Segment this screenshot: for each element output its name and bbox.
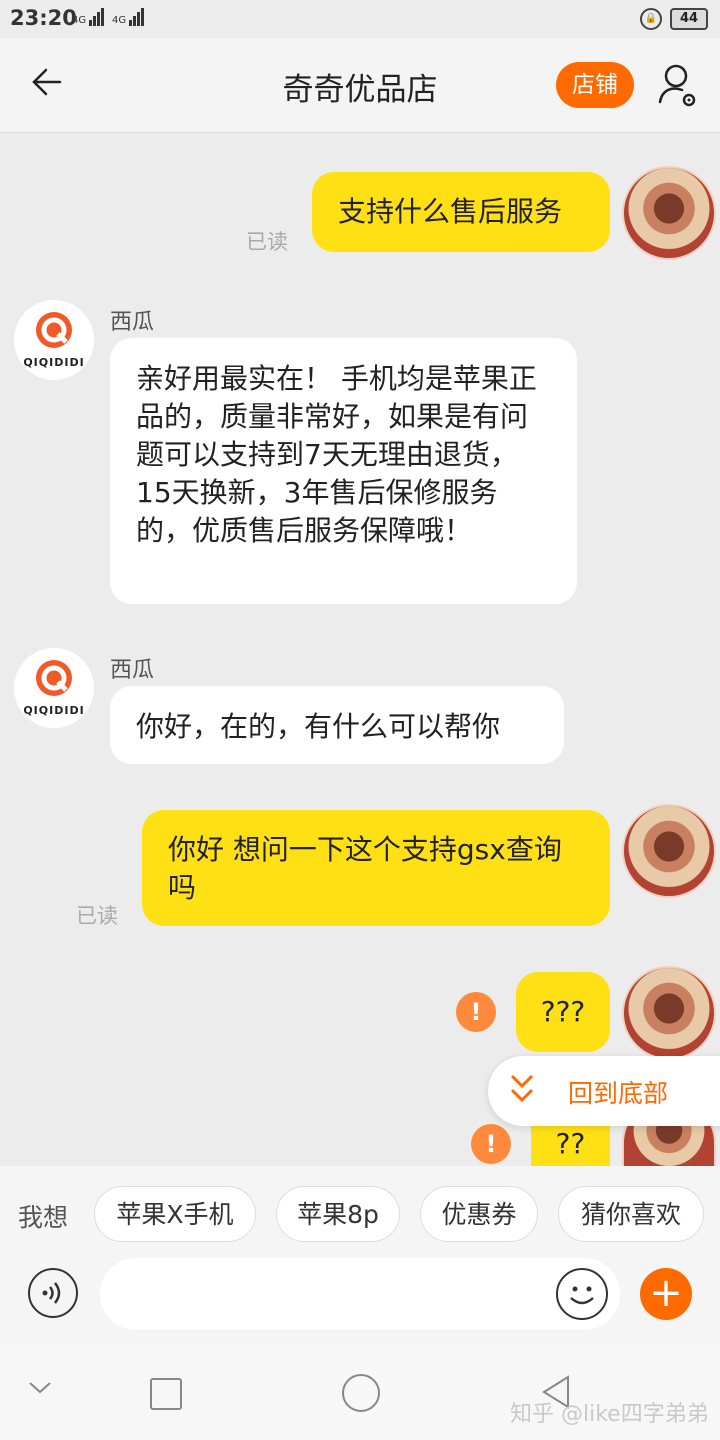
shop-message-bubble[interactable]: 你好，在的，有什么可以帮你 xyxy=(110,686,564,764)
message-input[interactable] xyxy=(100,1258,620,1330)
chip-guess-you-like[interactable]: 猜你喜欢 xyxy=(558,1186,704,1242)
my-avatar[interactable] xyxy=(622,166,716,260)
quick-suggestions-bar: 我想 苹果X手机 苹果8p 优惠券 猜你喜欢 xyxy=(0,1166,720,1262)
read-receipt: 已读 xyxy=(246,230,288,254)
chip-iphone-x[interactable]: 苹果X手机 xyxy=(94,1186,256,1242)
my-message-bubble[interactable]: 你好 想问一下这个支持gsx查询吗 xyxy=(142,810,610,926)
system-nav-bar: 知乎 @like四字弟弟 xyxy=(0,1342,720,1440)
send-failed-icon[interactable]: ! xyxy=(471,1124,511,1164)
shop-avatar-text: QIQIDIDI xyxy=(23,356,85,369)
shop-avatar[interactable]: QIQIDIDI xyxy=(14,648,94,728)
rotation-lock-icon: 🔒 xyxy=(640,8,662,30)
plus-icon[interactable]: + xyxy=(640,1268,692,1320)
page-title: 奇奇优品店 xyxy=(282,72,438,108)
shop-message-bubble[interactable]: 亲好用最实在！ 手机均是苹果正品的，质量非常好，如果是有问题可以支持到7天无理由… xyxy=(110,338,577,604)
voice-icon[interactable] xyxy=(28,1268,78,1318)
shop-button[interactable]: 店铺 xyxy=(556,62,634,108)
my-message-bubble[interactable]: 支持什么售后服务 xyxy=(312,172,610,252)
shop-avatar[interactable]: QIQIDIDI xyxy=(14,300,94,380)
recent-apps-icon[interactable] xyxy=(150,1378,182,1410)
watermark: 知乎 @like四字弟弟 xyxy=(510,1402,709,1427)
chat-header: 奇奇优品店 店铺 xyxy=(0,38,720,133)
chevron-down-icon[interactable] xyxy=(28,1380,52,1400)
double-chevron-down-icon xyxy=(508,1070,536,1111)
chip-coupon[interactable]: 优惠券 xyxy=(420,1186,538,1242)
my-message-bubble[interactable]: ??? xyxy=(516,972,610,1052)
home-icon[interactable] xyxy=(342,1374,380,1412)
input-bar: + xyxy=(0,1258,720,1342)
user-settings-icon[interactable] xyxy=(656,62,700,110)
network-type-1: 4G xyxy=(72,15,87,26)
quick-bar-label: 我想 xyxy=(18,1203,69,1232)
status-time: 23:20 xyxy=(10,6,77,30)
shop-avatar-text: QIQIDIDI xyxy=(23,704,85,717)
arrow-left-icon[interactable] xyxy=(28,62,68,102)
emoji-icon[interactable] xyxy=(556,1268,608,1320)
signal-1-icon: 4G xyxy=(72,8,105,26)
read-receipt: 已读 xyxy=(76,904,118,928)
back-to-bottom-label: 回到底部 xyxy=(568,1079,669,1108)
send-failed-icon[interactable]: ! xyxy=(456,992,496,1032)
sender-name: 西瓜 xyxy=(110,310,155,335)
my-avatar[interactable] xyxy=(622,966,716,1060)
battery-icon: 44 xyxy=(670,8,708,30)
chip-iphone-8p[interactable]: 苹果8p xyxy=(276,1186,400,1242)
back-to-bottom-button[interactable]: 回到底部 xyxy=(488,1056,720,1126)
status-bar: 23:20 4G 4G 🔒 44 xyxy=(0,0,720,38)
signal-2-icon: 4G xyxy=(112,8,145,26)
network-type-2: 4G xyxy=(112,15,127,26)
my-avatar[interactable] xyxy=(622,804,716,898)
sender-name: 西瓜 xyxy=(110,658,155,683)
